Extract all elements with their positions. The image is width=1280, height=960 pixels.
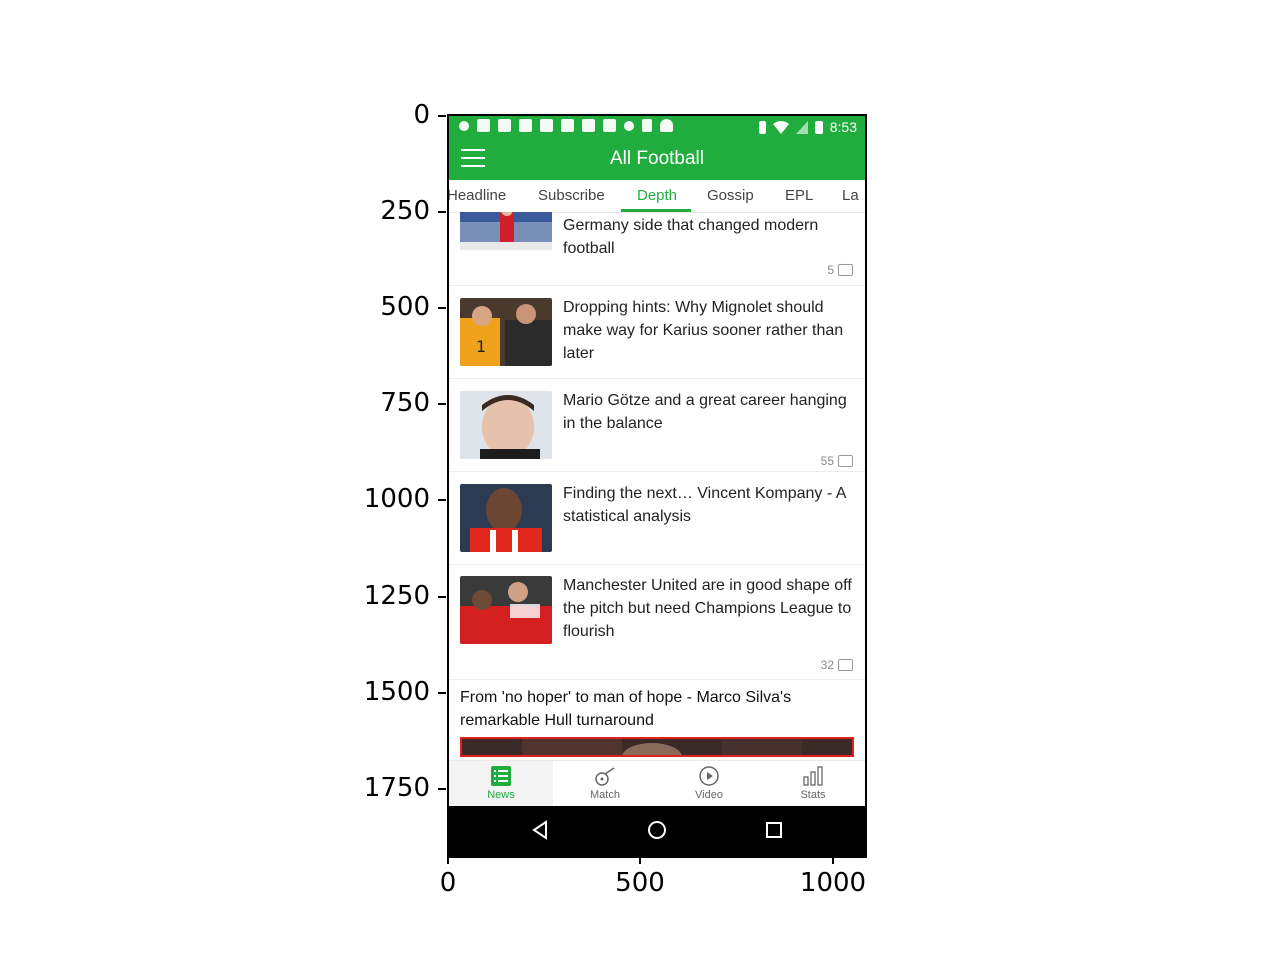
recent-apps-icon[interactable] [765,820,783,840]
system-status-icons: 8:53 [758,119,857,135]
bar-chart-icon [803,766,823,786]
list-item[interactable]: Finding the next… Vincent Kompany - A st… [449,472,865,565]
article-thumbnail [460,484,552,552]
y-tick-label: 750 [380,388,430,418]
y-tick-mark [438,692,446,694]
tab-gossip[interactable]: Gossip [707,187,754,204]
list-item[interactable]: 1 Dropping hints: Why Mignolet should ma… [449,286,865,379]
article-headline: Germany side that changed modern footbal… [563,217,819,257]
x-tick-label: 0 [439,868,457,898]
article-headline: Mario Götze and a great career hanging i… [563,392,847,432]
article-thumbnail [460,212,552,250]
app-title: All Football [610,148,704,169]
list-item[interactable]: Manchester United are in good shape off … [449,564,865,680]
app-notification-icon [561,119,574,132]
battery-icon [814,120,823,134]
lock-icon [642,119,652,132]
comment-icon [838,450,853,467]
comment-count: 32 [820,654,853,672]
flipboard-icon [582,119,595,132]
nav-video[interactable]: Video [657,761,761,807]
y-tick-label: 1500 [363,677,430,707]
tab-headline[interactable]: Headline [449,187,506,204]
app-notification-icon [603,119,616,132]
comment-count-value: 55 [820,454,834,468]
y-tick-mark [438,307,446,309]
notification-icon [459,120,469,131]
article-headline: Dropping hints: Why Mignolet should make… [563,299,844,362]
y-tick-mark [438,499,446,501]
wifi-icon [772,120,789,134]
list-item[interactable]: Mario Götze and a great career hanging i… [449,379,865,472]
article-thumbnail: 1 [460,298,552,366]
y-tick-mark [438,403,446,405]
list-item[interactable]: Germany side that changed modern footbal… [449,212,865,286]
y-tick-mark [438,596,446,598]
article-headline: Finding the next… Vincent Kompany - A st… [563,485,846,525]
comment-icon [838,259,853,276]
y-tick-label: 1000 [363,484,430,514]
y-tick-label: 0 [413,100,430,130]
app-bar: All Football [449,138,865,180]
article-headline: Manchester United are in good shape off … [563,577,852,640]
nav-label: News [487,789,515,801]
y-tick-mark [438,788,446,790]
x-tick-label: 500 [615,868,665,898]
comment-count: 5 [827,259,853,277]
y-tick-label: 500 [380,292,430,322]
y-tick-mark [438,211,446,213]
system-navigation-bar [449,806,865,856]
status-time: 8:53 [829,119,857,135]
comment-icon [838,654,853,671]
bluetooth-icon [758,120,766,134]
flipboard-icon [519,119,532,132]
flipboard-icon [498,119,511,132]
comment-count: 55 [820,450,853,468]
whistle-icon [595,767,615,786]
nav-label: Stats [800,789,826,801]
tab-depth[interactable]: Depth [637,187,677,204]
phone-screen: 8:53 All Football Headline Subscribe Dep… [447,114,867,858]
news-feed: Germany side that changed modern footbal… [449,212,865,760]
comment-count-value: 5 [827,263,834,277]
y-tick-label: 1250 [363,581,430,611]
article-thumbnail [460,576,552,644]
flipboard-icon [477,119,490,132]
tab-subscribe[interactable]: Subscribe [538,187,605,204]
home-icon[interactable] [647,820,667,840]
android-icon [660,119,673,132]
nav-match[interactable]: Match [553,761,657,807]
status-bar: 8:53 [449,116,865,138]
nav-stats[interactable]: Stats [761,761,865,807]
info-icon [624,120,634,131]
y-tick-label: 250 [380,196,430,226]
article-thumbnail [460,391,552,459]
back-icon[interactable] [531,820,549,840]
app-notification-icon [540,119,553,132]
y-tick-mark [438,115,446,117]
tab-epl[interactable]: EPL [785,187,813,204]
y-tick-label: 1750 [363,773,430,803]
nav-label: Match [590,789,620,801]
featured-headline: From 'no hoper' to man of hope - Marco S… [460,689,792,729]
notification-icons [459,119,673,132]
category-tabs: Headline Subscribe Depth Gossip EPL La [449,180,865,213]
featured-article[interactable]: From 'no hoper' to man of hope - Marco S… [449,679,865,760]
news-list-icon [491,766,511,786]
svg-text:1: 1 [476,337,486,356]
x-tick-label: 1000 [799,868,867,898]
bottom-navigation: News Match Video Stats [449,760,865,807]
play-circle-icon [699,766,719,786]
nav-news[interactable]: News [449,761,553,807]
tab-la[interactable]: La [842,187,859,204]
cell-signal-icon [795,120,808,134]
featured-image [460,737,854,757]
nav-label: Video [695,789,723,801]
comment-count-value: 32 [820,658,834,672]
